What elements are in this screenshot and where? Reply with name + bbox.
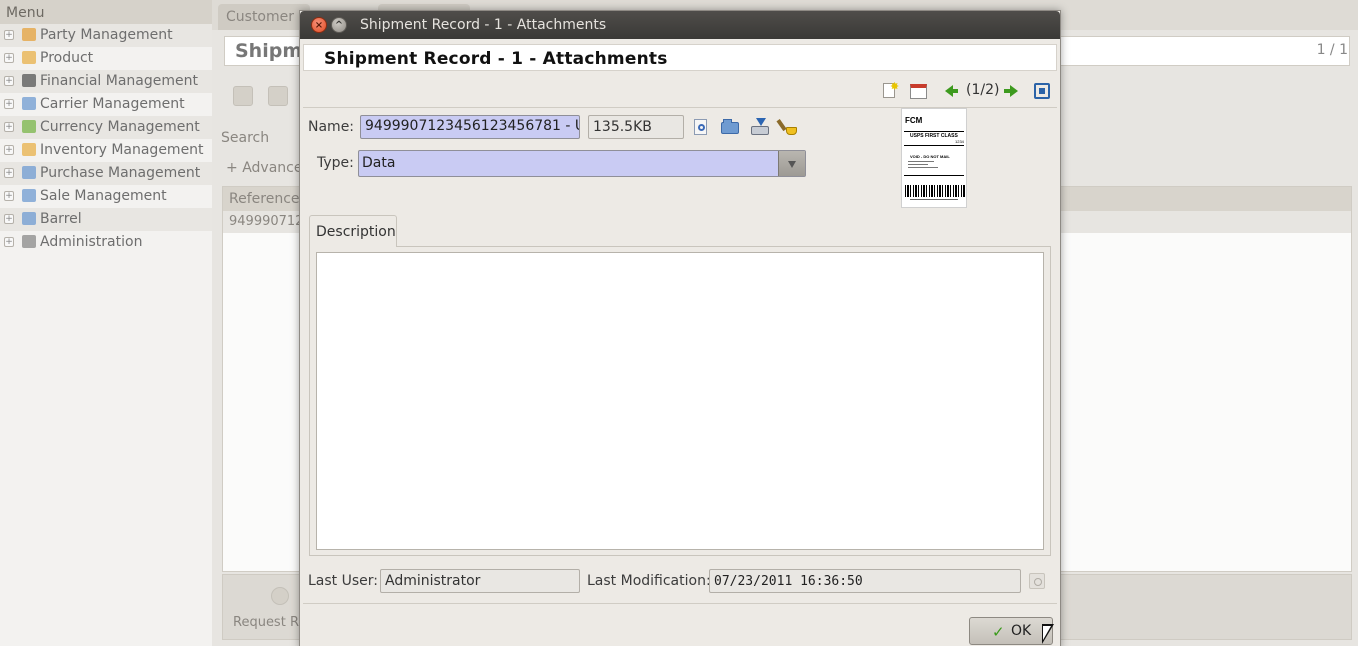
- chevron-down-icon[interactable]: [778, 151, 805, 176]
- checkmark-icon: ✓: [992, 623, 1005, 641]
- calculator-icon: [22, 74, 36, 87]
- search-icon[interactable]: [1029, 573, 1045, 589]
- type-selected-value: Data: [362, 155, 396, 171]
- folder-icon: [22, 166, 36, 179]
- name-label: Name:: [308, 119, 355, 135]
- last-modification-field: 07/23/2011 16:36:50: [709, 569, 1021, 593]
- menu-item-label: Party Management: [40, 27, 173, 43]
- party-icon: [22, 28, 36, 41]
- menu-item[interactable]: + Administration: [0, 231, 212, 254]
- product-icon: [22, 51, 36, 64]
- name-field[interactable]: 9499907123456123456781 - USPS: [360, 115, 580, 139]
- fullscreen-icon[interactable]: [1033, 82, 1051, 100]
- menu-item[interactable]: + Financial Management: [0, 70, 212, 93]
- main-menu: Menu + Party Management + Product + Financial…: [0, 0, 212, 646]
- new-icon[interactable]: [233, 86, 253, 106]
- last-modification-label: Last Modification:: [587, 573, 711, 589]
- menu-item-label: Administration: [40, 234, 143, 250]
- ok-label: OK: [1011, 623, 1032, 639]
- barcode-image: [905, 185, 965, 197]
- tab-description[interactable]: Description: [309, 215, 397, 247]
- expand-icon[interactable]: +: [4, 53, 14, 63]
- size-field: 135.5KB: [588, 115, 684, 139]
- last-user-field: Administrator: [380, 569, 580, 593]
- mouse-cursor-icon: [1042, 624, 1054, 644]
- save-as-icon[interactable]: [751, 118, 769, 136]
- menu-item[interactable]: + Inventory Management: [0, 139, 212, 162]
- description-panel: [309, 246, 1051, 556]
- ok-button[interactable]: ✓ OK: [969, 617, 1053, 645]
- expand-icon[interactable]: +: [4, 30, 14, 40]
- expand-icon[interactable]: +: [4, 191, 14, 201]
- menu-item-label: Inventory Management: [40, 142, 204, 158]
- expand-icon[interactable]: +: [4, 237, 14, 247]
- menu-item[interactable]: + Carrier Management: [0, 93, 212, 116]
- thumbnail-number: 1234: [955, 139, 964, 144]
- menu-item-label: Product: [40, 50, 94, 66]
- menu-item[interactable]: + Product: [0, 47, 212, 70]
- tools-icon: [22, 235, 36, 248]
- menu-header: Menu: [0, 0, 212, 24]
- menu-item[interactable]: + Party Management: [0, 24, 212, 47]
- expand-icon[interactable]: +: [4, 76, 14, 86]
- open-folder-icon[interactable]: [721, 118, 739, 136]
- menu-item-label: Financial Management: [40, 73, 198, 89]
- menu-list: + Party Management + Product + Financial Mana…: [0, 24, 212, 254]
- folder-icon: [22, 97, 36, 110]
- description-textarea[interactable]: [316, 252, 1044, 550]
- tab-customer[interactable]: Customer S: [218, 4, 310, 30]
- expand-icon[interactable]: +: [4, 168, 14, 178]
- dialog-header-title: Shipment Record - 1 - Attachments: [303, 44, 1057, 71]
- record-count: 1 / 1: [1316, 42, 1348, 58]
- menu-item-label: Barrel: [40, 211, 82, 227]
- menu-item[interactable]: + Currency Management: [0, 116, 212, 139]
- record-counter: (1/2): [966, 82, 1000, 98]
- save-icon[interactable]: [268, 86, 288, 106]
- request-button[interactable]: Request Re: [233, 615, 306, 630]
- menu-item[interactable]: + Sale Management: [0, 185, 212, 208]
- menu-item-label: Currency Management: [40, 119, 200, 135]
- close-icon[interactable]: ×: [311, 17, 327, 33]
- maximize-icon[interactable]: ^: [331, 17, 347, 33]
- currency-icon: [22, 120, 36, 133]
- advanced-search-toggle[interactable]: + Advance: [226, 160, 302, 176]
- folder-icon: [22, 212, 36, 225]
- search-label: Search: [221, 130, 270, 146]
- calendar-delete-icon[interactable]: [909, 82, 927, 100]
- expand-icon[interactable]: +: [4, 214, 14, 224]
- menu-item-label: Carrier Management: [40, 96, 185, 112]
- menu-item-label: Purchase Management: [40, 165, 201, 181]
- arrow-left-icon[interactable]: [944, 82, 962, 100]
- dialog-toolbar: ✸ (1/2): [300, 77, 1060, 105]
- new-document-icon[interactable]: ✸: [880, 80, 899, 100]
- type-select[interactable]: Data: [358, 150, 806, 177]
- arrow-right-icon[interactable]: [1001, 82, 1019, 100]
- thumbnail-void-text: VOID - DO NOT MAIL: [910, 154, 950, 159]
- attachments-dialog: × ^ Shipment Record - 1 - Attachments Sh…: [299, 10, 1061, 646]
- last-user-label: Last User:: [308, 573, 378, 589]
- preview-icon[interactable]: [692, 118, 710, 136]
- window-titlebar[interactable]: × ^ Shipment Record - 1 - Attachments: [300, 11, 1060, 39]
- folder-icon: [22, 189, 36, 202]
- inventory-icon: [22, 143, 36, 156]
- request-icon: [271, 587, 289, 605]
- window-title: Shipment Record - 1 - Attachments: [360, 17, 607, 33]
- expand-icon[interactable]: +: [4, 145, 14, 155]
- expand-icon[interactable]: +: [4, 122, 14, 132]
- expand-icon[interactable]: +: [4, 99, 14, 109]
- type-label: Type:: [317, 155, 354, 171]
- menu-item[interactable]: + Barrel: [0, 208, 212, 231]
- attachment-thumbnail[interactable]: FCM USPS FIRST CLASS 1234 VOID - DO NOT …: [901, 108, 967, 208]
- divider: [303, 603, 1057, 604]
- clear-broom-icon[interactable]: [776, 118, 799, 136]
- menu-item-label: Sale Management: [40, 188, 167, 204]
- menu-item[interactable]: + Purchase Management: [0, 162, 212, 185]
- thumbnail-service: USPS FIRST CLASS: [910, 133, 958, 139]
- advanced-search-label: Advance: [242, 160, 303, 176]
- thumbnail-heading: FCM: [905, 116, 923, 125]
